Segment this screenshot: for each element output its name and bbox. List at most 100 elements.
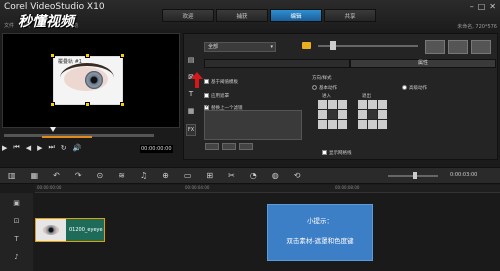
radio-basic-motion[interactable]: 基本动作 (312, 85, 337, 91)
scrubber-marker-icon[interactable] (50, 127, 56, 132)
home-icon[interactable]: ⏮ (13, 143, 19, 152)
resize-handle[interactable] (50, 102, 55, 107)
trim-range[interactable] (42, 132, 92, 138)
storyboard-view-icon[interactable]: ▥ (8, 171, 16, 180)
show-grid-option[interactable]: 显示网格线 (322, 150, 352, 156)
media-icon[interactable]: ▤ (188, 56, 195, 64)
radio-advanced-motion[interactable]: 高级动作 (402, 85, 427, 91)
direction-button[interactable] (338, 110, 347, 119)
direction-button[interactable] (368, 120, 377, 129)
filter-list[interactable] (204, 110, 302, 140)
radio[interactable] (312, 85, 317, 90)
eyelid (60, 63, 114, 93)
timeline-ruler[interactable]: 00:00:00:00 00:00:04:00 00:00:08:00 (35, 185, 500, 193)
slider-knob[interactable] (330, 41, 336, 50)
direction-button[interactable] (358, 110, 367, 119)
thumbnail[interactable] (448, 40, 468, 54)
maximize-button[interactable]: □ (478, 2, 486, 11)
repeat-icon[interactable]: ↻ (61, 144, 67, 152)
tab-share[interactable]: 共享 (324, 9, 376, 22)
chevron-down-icon: ▾ (270, 44, 273, 50)
direction-button[interactable] (358, 120, 367, 129)
tab-edit[interactable]: 编辑 (270, 9, 322, 22)
radio[interactable] (402, 85, 407, 90)
title-icon[interactable]: T (189, 90, 193, 98)
prev-frame-icon[interactable]: ◀ (26, 144, 31, 152)
subtitle-icon[interactable]: ▭ (184, 171, 192, 180)
resize-handle[interactable] (120, 102, 125, 107)
motion-track-icon[interactable]: ⊕ (162, 171, 169, 180)
resize-handle[interactable] (85, 53, 90, 58)
graphic-icon[interactable]: ▦ (188, 107, 195, 115)
end-icon[interactable]: ⏭ (48, 143, 54, 152)
zoom-knob[interactable] (413, 172, 417, 179)
checkbox[interactable] (322, 150, 327, 155)
play-icon[interactable]: ▶ (2, 144, 7, 152)
direction-button[interactable] (378, 120, 387, 129)
checkbox[interactable] (204, 79, 209, 84)
video-track-icon[interactable]: ▣ (13, 199, 20, 207)
voice-track-icon[interactable]: ♪ (14, 253, 18, 261)
track-headers: ▣ ⊡ T ♪ (0, 193, 33, 271)
direction-button[interactable] (318, 100, 327, 109)
resize-handle[interactable] (85, 102, 90, 107)
filter-button[interactable] (205, 143, 219, 150)
close-button[interactable]: ✕ (489, 2, 496, 11)
overlay-track-icon[interactable]: ⊡ (14, 217, 20, 225)
direction-button[interactable] (328, 100, 337, 109)
preview-timecode[interactable]: 00:00:00:00 (140, 145, 173, 153)
undo-icon[interactable]: ↶ (53, 171, 60, 180)
menu-file[interactable]: 文件 (4, 22, 14, 29)
library-dropdown[interactable]: 全部 ▾ (204, 42, 276, 52)
option-apply-mask[interactable]: 应用遮罩 (204, 93, 229, 99)
direction-button[interactable] (338, 100, 347, 109)
split-icon[interactable]: ✂ (228, 171, 235, 180)
minimize-button[interactable]: – (470, 2, 474, 11)
timeline-clip[interactable]: 01200_eyeye (35, 218, 105, 242)
direction-button[interactable] (368, 110, 377, 119)
tab-attributes[interactable]: 属性 (350, 59, 496, 68)
next-frame-icon[interactable]: ▶ (37, 144, 42, 152)
auto-music-icon[interactable]: ♫ (140, 171, 147, 180)
view-thumbnails (425, 40, 491, 54)
volume-icon[interactable]: 🔊 (73, 144, 82, 152)
tip-box: 小提示： 双击素材-遮罩和色度键 (267, 204, 373, 261)
redo-icon[interactable]: ↷ (75, 171, 82, 180)
mask-icon[interactable]: ◍ (272, 171, 279, 180)
workspace-tabs: 欢迎 捕获 编辑 共享 (162, 9, 376, 22)
timeline-timecode[interactable]: 0:00:03:00 (450, 172, 477, 178)
overlay-clip-preview[interactable]: 覆叠轨 #1 (53, 56, 123, 105)
folder-icon[interactable] (302, 42, 311, 49)
filter-button[interactable] (222, 143, 236, 150)
direction-button[interactable] (338, 120, 347, 129)
direction-button[interactable] (368, 100, 377, 109)
direction-button[interactable] (358, 100, 367, 109)
multi-camera-icon[interactable]: ⊞ (206, 171, 213, 180)
tab-welcome[interactable]: 欢迎 (162, 9, 214, 22)
timeline-view-icon[interactable]: ▦ (31, 171, 39, 180)
tab-edit-options[interactable] (204, 59, 350, 68)
direction-button[interactable] (378, 110, 387, 119)
thumbnail[interactable] (425, 40, 445, 54)
option-mask-chroma[interactable]: 基于阈值模板 (204, 79, 238, 85)
direction-button[interactable] (318, 120, 327, 129)
resize-handle[interactable] (50, 53, 55, 58)
resize-handle[interactable] (120, 53, 125, 58)
direction-button[interactable] (328, 120, 337, 129)
record-icon[interactable]: ⊙ (97, 171, 104, 180)
loop-icon[interactable]: ⟲ (294, 171, 301, 180)
thumbnail[interactable] (471, 40, 491, 54)
direction-button[interactable] (378, 100, 387, 109)
checkbox[interactable] (204, 93, 209, 98)
direction-button[interactable] (318, 110, 327, 119)
title-track-icon[interactable]: T (14, 235, 18, 243)
tip-title: 小提示： (307, 217, 333, 225)
clip-name: 01200_eyeye (69, 227, 103, 233)
mixer-icon[interactable]: ≋ (118, 171, 125, 180)
direction-button[interactable] (328, 110, 337, 119)
filter-button[interactable] (239, 143, 253, 150)
fx-icon[interactable]: FX (185, 124, 197, 136)
tab-capture[interactable]: 捕获 (216, 9, 268, 22)
speed-icon[interactable]: ◔ (250, 171, 257, 180)
clip-thumbnail (36, 219, 66, 241)
